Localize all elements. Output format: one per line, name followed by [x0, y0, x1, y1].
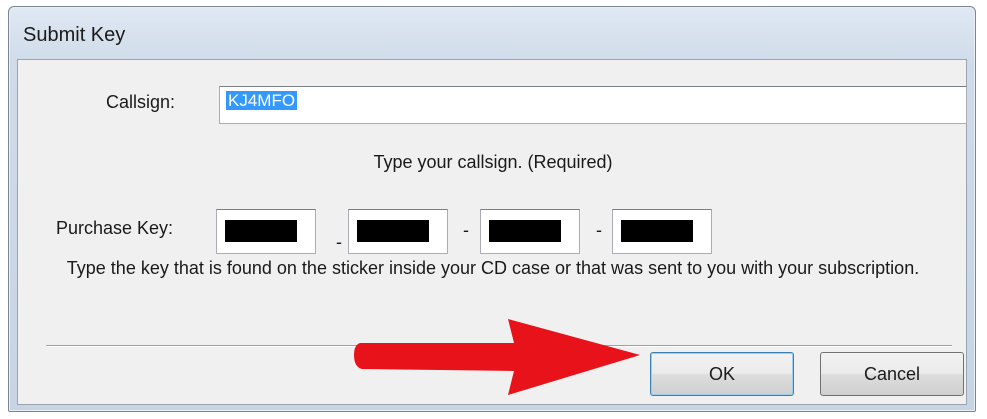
redaction-block: [357, 220, 429, 242]
purchase-key-label: Purchase Key:: [56, 218, 174, 238]
redaction-block: [621, 220, 693, 242]
cancel-button[interactable]: Cancel: [820, 352, 964, 396]
dialog-body: Callsign: KJ4MFO Type your callsign. (Re…: [17, 59, 967, 405]
ok-button[interactable]: OK: [650, 352, 794, 396]
purchase-key-field-1[interactable]: [216, 209, 316, 254]
arrow-shape: [354, 319, 640, 395]
redaction-block: [489, 220, 561, 242]
callsign-hint: Type your callsign. (Required): [373, 152, 613, 172]
purchase-key-field-4[interactable]: [612, 209, 712, 254]
purchase-key-hint: Type the key that is found on the sticke…: [66, 258, 920, 278]
key-separator: -: [596, 220, 602, 240]
key-separator: -: [463, 220, 469, 240]
purchase-key-field-2[interactable]: [348, 209, 448, 254]
purchase-key-field-3[interactable]: [480, 209, 580, 254]
key-separator: -: [336, 232, 342, 252]
redaction-block: [225, 220, 297, 242]
callsign-input[interactable]: KJ4MFO: [219, 86, 967, 124]
window-title: Submit Key: [23, 24, 126, 46]
callsign-label: Callsign:: [106, 92, 176, 112]
red-arrow-icon: [354, 319, 640, 395]
title-bar[interactable]: Submit Key: [9, 7, 975, 59]
callsign-value: KJ4MFO: [226, 91, 298, 110]
submit-key-dialog: Submit Key Callsign: KJ4MFO Type your ca…: [8, 6, 976, 412]
